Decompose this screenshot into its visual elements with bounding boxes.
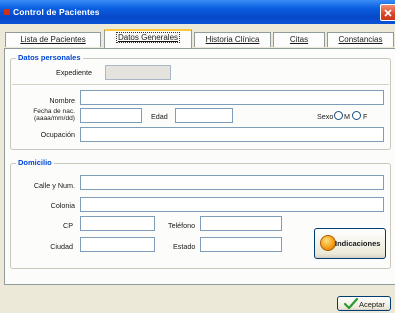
colonia-field[interactable] [80, 197, 384, 212]
estado-field[interactable] [200, 237, 282, 252]
tab-label: Constancias [338, 35, 383, 44]
fecha-nac-label-line2: (aaaa/mm/dd) [33, 114, 75, 122]
telefono-field[interactable] [200, 216, 282, 231]
close-button[interactable] [380, 4, 395, 21]
ocupacion-label: Ocupación [40, 130, 75, 139]
nombre-field[interactable] [80, 90, 384, 105]
tab-citas[interactable]: Citas [273, 32, 325, 47]
sexo-f-radio[interactable] [352, 111, 361, 120]
tab-label: Historia Clínica [205, 35, 260, 44]
edad-field[interactable] [175, 108, 233, 123]
ciudad-field[interactable] [80, 237, 155, 252]
domicilio-legend: Domicilio [16, 158, 54, 167]
calle-label: Calle y Num. [33, 181, 75, 190]
tab-label: Datos Generales [115, 32, 181, 43]
indicaciones-button[interactable]: Indicaciones [314, 228, 386, 259]
tab-historia-clinica[interactable]: Historia Clínica [194, 32, 271, 47]
telefono-label: Teléfono [168, 221, 196, 230]
cp-field[interactable] [80, 216, 155, 231]
sexo-label: Sexo [317, 112, 334, 121]
sexo-f-label: F [363, 112, 368, 121]
edad-label: Edad [151, 112, 168, 121]
indicaciones-label: Indicaciones [335, 239, 381, 248]
ciudad-label: Ciudad [50, 242, 73, 251]
nombre-label: Nombre [49, 96, 75, 105]
tab-label: Citas [289, 35, 309, 44]
expediente-field[interactable] [105, 65, 171, 80]
fecha-nac-field[interactable] [80, 108, 142, 123]
tab-datos-generales[interactable]: Datos Generales [104, 29, 192, 49]
colonia-label: Colonia [50, 201, 75, 210]
estado-label: Estado [173, 242, 196, 251]
expediente-label: Expediente [56, 68, 92, 77]
calle-field[interactable] [80, 175, 384, 190]
divider [12, 84, 389, 85]
window-title: Control de Pacientes [13, 7, 100, 17]
app-window: Control de Pacientes Lista de Pacientes … [0, 0, 395, 313]
indicaciones-icon [320, 235, 336, 251]
close-icon [384, 9, 392, 17]
datos-personales-legend: Datos personales [16, 53, 83, 62]
aceptar-button[interactable]: Aceptar [337, 296, 391, 311]
app-icon [4, 9, 10, 15]
checkmark-icon [344, 298, 358, 310]
tab-lista-de-pacientes[interactable]: Lista de Pacientes [5, 32, 101, 47]
fecha-nac-label: Fecha de nac. (aaaa/mm/dd) [10, 108, 75, 122]
ocupacion-field[interactable] [80, 127, 384, 142]
cp-label: CP [63, 221, 73, 230]
aceptar-label: Aceptar [359, 300, 385, 309]
tab-label: Lista de Pacientes [20, 35, 86, 44]
sexo-m-radio[interactable] [334, 111, 343, 120]
tab-constancias[interactable]: Constancias [327, 32, 394, 47]
sexo-m-label: M [344, 112, 350, 121]
title-bar[interactable]: Control de Pacientes [0, 0, 395, 24]
